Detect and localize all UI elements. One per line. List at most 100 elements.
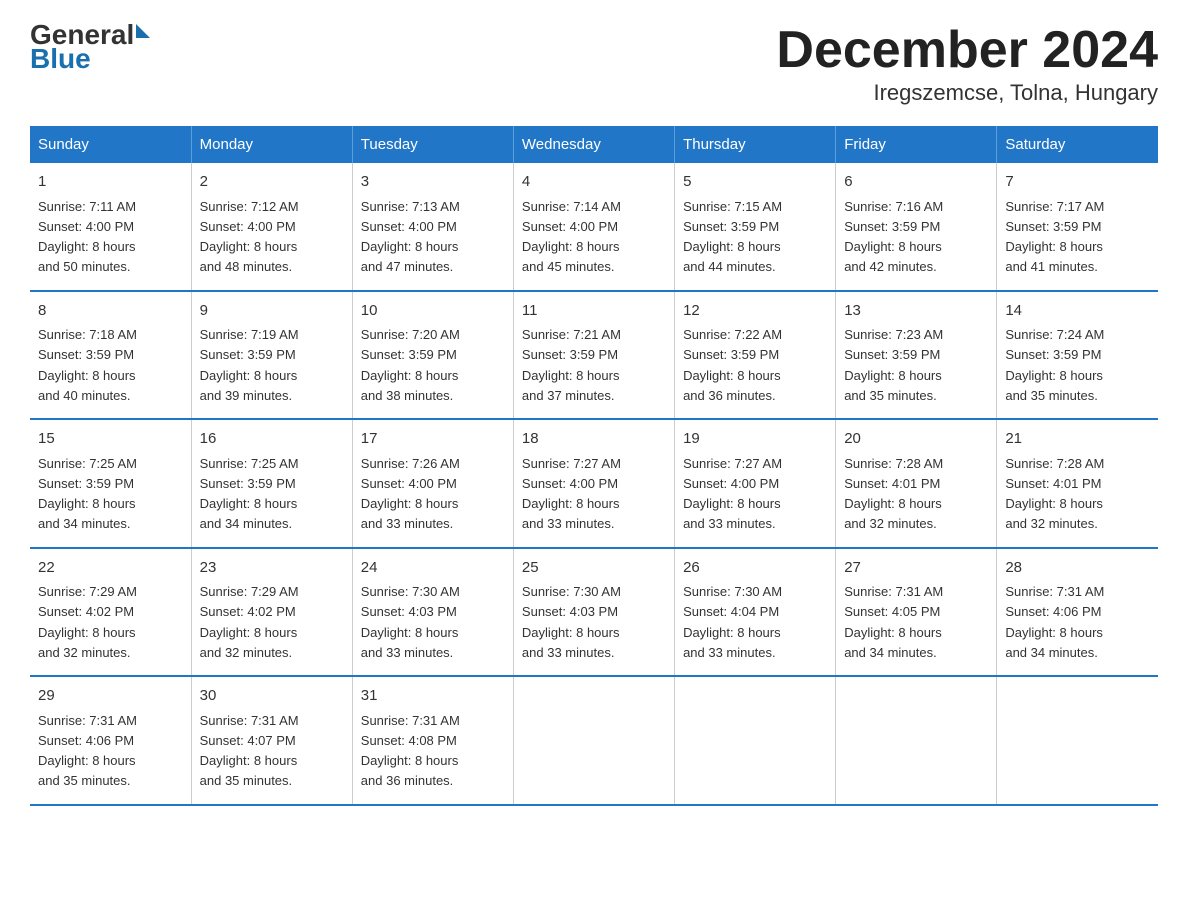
table-row xyxy=(513,676,674,805)
day-info: Sunrise: 7:30 AMSunset: 4:03 PMDaylight:… xyxy=(361,584,460,660)
table-row: 28 Sunrise: 7:31 AMSunset: 4:06 PMDaylig… xyxy=(997,548,1158,677)
day-info: Sunrise: 7:24 AMSunset: 3:59 PMDaylight:… xyxy=(1005,327,1104,403)
calendar-subtitle: Iregszemcse, Tolna, Hungary xyxy=(776,80,1158,106)
day-number: 1 xyxy=(38,171,183,194)
day-number: 21 xyxy=(1005,428,1150,451)
table-row: 11 Sunrise: 7:21 AMSunset: 3:59 PMDaylig… xyxy=(513,291,674,420)
col-wednesday: Wednesday xyxy=(513,126,674,163)
table-row: 8 Sunrise: 7:18 AMSunset: 3:59 PMDayligh… xyxy=(30,291,191,420)
table-row xyxy=(675,676,836,805)
day-number: 30 xyxy=(200,685,344,708)
table-row: 3 Sunrise: 7:13 AMSunset: 4:00 PMDayligh… xyxy=(352,163,513,291)
day-info: Sunrise: 7:31 AMSunset: 4:06 PMDaylight:… xyxy=(38,713,137,789)
logo-blue-text: Blue xyxy=(30,45,150,73)
table-row: 17 Sunrise: 7:26 AMSunset: 4:00 PMDaylig… xyxy=(352,419,513,548)
table-row: 27 Sunrise: 7:31 AMSunset: 4:05 PMDaylig… xyxy=(836,548,997,677)
day-info: Sunrise: 7:22 AMSunset: 3:59 PMDaylight:… xyxy=(683,327,782,403)
table-row xyxy=(836,676,997,805)
page-header: General Blue December 2024 Iregszemcse, … xyxy=(30,20,1158,106)
day-number: 3 xyxy=(361,171,505,194)
day-info: Sunrise: 7:30 AMSunset: 4:04 PMDaylight:… xyxy=(683,584,782,660)
table-row: 10 Sunrise: 7:20 AMSunset: 3:59 PMDaylig… xyxy=(352,291,513,420)
table-row: 6 Sunrise: 7:16 AMSunset: 3:59 PMDayligh… xyxy=(836,163,997,291)
day-number: 19 xyxy=(683,428,827,451)
day-number: 12 xyxy=(683,300,827,323)
day-info: Sunrise: 7:31 AMSunset: 4:05 PMDaylight:… xyxy=(844,584,943,660)
title-section: December 2024 Iregszemcse, Tolna, Hungar… xyxy=(776,20,1158,106)
day-info: Sunrise: 7:25 AMSunset: 3:59 PMDaylight:… xyxy=(38,456,137,532)
day-number: 5 xyxy=(683,171,827,194)
day-info: Sunrise: 7:13 AMSunset: 4:00 PMDaylight:… xyxy=(361,199,460,275)
day-info: Sunrise: 7:27 AMSunset: 4:00 PMDaylight:… xyxy=(683,456,782,532)
day-number: 25 xyxy=(522,557,666,580)
day-info: Sunrise: 7:29 AMSunset: 4:02 PMDaylight:… xyxy=(200,584,299,660)
day-info: Sunrise: 7:28 AMSunset: 4:01 PMDaylight:… xyxy=(1005,456,1104,532)
logo: General Blue xyxy=(30,20,150,73)
col-thursday: Thursday xyxy=(675,126,836,163)
table-row: 2 Sunrise: 7:12 AMSunset: 4:00 PMDayligh… xyxy=(191,163,352,291)
day-number: 2 xyxy=(200,171,344,194)
table-row: 13 Sunrise: 7:23 AMSunset: 3:59 PMDaylig… xyxy=(836,291,997,420)
day-number: 28 xyxy=(1005,557,1150,580)
day-number: 9 xyxy=(200,300,344,323)
day-info: Sunrise: 7:25 AMSunset: 3:59 PMDaylight:… xyxy=(200,456,299,532)
table-row: 9 Sunrise: 7:19 AMSunset: 3:59 PMDayligh… xyxy=(191,291,352,420)
day-number: 29 xyxy=(38,685,183,708)
calendar-week-row: 8 Sunrise: 7:18 AMSunset: 3:59 PMDayligh… xyxy=(30,291,1158,420)
day-info: Sunrise: 7:11 AMSunset: 4:00 PMDaylight:… xyxy=(38,199,136,275)
col-monday: Monday xyxy=(191,126,352,163)
day-number: 22 xyxy=(38,557,183,580)
day-number: 26 xyxy=(683,557,827,580)
day-number: 6 xyxy=(844,171,988,194)
col-saturday: Saturday xyxy=(997,126,1158,163)
day-info: Sunrise: 7:18 AMSunset: 3:59 PMDaylight:… xyxy=(38,327,137,403)
table-row: 7 Sunrise: 7:17 AMSunset: 3:59 PMDayligh… xyxy=(997,163,1158,291)
day-number: 24 xyxy=(361,557,505,580)
table-row: 4 Sunrise: 7:14 AMSunset: 4:00 PMDayligh… xyxy=(513,163,674,291)
day-info: Sunrise: 7:26 AMSunset: 4:00 PMDaylight:… xyxy=(361,456,460,532)
day-info: Sunrise: 7:28 AMSunset: 4:01 PMDaylight:… xyxy=(844,456,943,532)
day-info: Sunrise: 7:27 AMSunset: 4:00 PMDaylight:… xyxy=(522,456,621,532)
day-number: 15 xyxy=(38,428,183,451)
day-number: 31 xyxy=(361,685,505,708)
calendar-week-row: 29 Sunrise: 7:31 AMSunset: 4:06 PMDaylig… xyxy=(30,676,1158,805)
table-row: 20 Sunrise: 7:28 AMSunset: 4:01 PMDaylig… xyxy=(836,419,997,548)
table-row: 5 Sunrise: 7:15 AMSunset: 3:59 PMDayligh… xyxy=(675,163,836,291)
day-info: Sunrise: 7:30 AMSunset: 4:03 PMDaylight:… xyxy=(522,584,621,660)
col-friday: Friday xyxy=(836,126,997,163)
calendar-week-row: 15 Sunrise: 7:25 AMSunset: 3:59 PMDaylig… xyxy=(30,419,1158,548)
col-tuesday: Tuesday xyxy=(352,126,513,163)
table-row: 14 Sunrise: 7:24 AMSunset: 3:59 PMDaylig… xyxy=(997,291,1158,420)
day-info: Sunrise: 7:21 AMSunset: 3:59 PMDaylight:… xyxy=(522,327,621,403)
table-row: 23 Sunrise: 7:29 AMSunset: 4:02 PMDaylig… xyxy=(191,548,352,677)
day-number: 17 xyxy=(361,428,505,451)
table-row: 19 Sunrise: 7:27 AMSunset: 4:00 PMDaylig… xyxy=(675,419,836,548)
col-sunday: Sunday xyxy=(30,126,191,163)
day-number: 14 xyxy=(1005,300,1150,323)
day-info: Sunrise: 7:23 AMSunset: 3:59 PMDaylight:… xyxy=(844,327,943,403)
day-info: Sunrise: 7:29 AMSunset: 4:02 PMDaylight:… xyxy=(38,584,137,660)
calendar-title: December 2024 xyxy=(776,20,1158,80)
day-number: 23 xyxy=(200,557,344,580)
day-info: Sunrise: 7:12 AMSunset: 4:00 PMDaylight:… xyxy=(200,199,299,275)
table-row: 25 Sunrise: 7:30 AMSunset: 4:03 PMDaylig… xyxy=(513,548,674,677)
table-row xyxy=(997,676,1158,805)
day-number: 8 xyxy=(38,300,183,323)
calendar-header-row: Sunday Monday Tuesday Wednesday Thursday… xyxy=(30,126,1158,163)
table-row: 26 Sunrise: 7:30 AMSunset: 4:04 PMDaylig… xyxy=(675,548,836,677)
day-number: 7 xyxy=(1005,171,1150,194)
calendar-week-row: 22 Sunrise: 7:29 AMSunset: 4:02 PMDaylig… xyxy=(30,548,1158,677)
day-number: 11 xyxy=(522,300,666,323)
table-row: 22 Sunrise: 7:29 AMSunset: 4:02 PMDaylig… xyxy=(30,548,191,677)
day-info: Sunrise: 7:16 AMSunset: 3:59 PMDaylight:… xyxy=(844,199,943,275)
day-number: 4 xyxy=(522,171,666,194)
table-row: 24 Sunrise: 7:30 AMSunset: 4:03 PMDaylig… xyxy=(352,548,513,677)
day-info: Sunrise: 7:17 AMSunset: 3:59 PMDaylight:… xyxy=(1005,199,1104,275)
logo-triangle-icon xyxy=(136,24,150,38)
table-row: 1 Sunrise: 7:11 AMSunset: 4:00 PMDayligh… xyxy=(30,163,191,291)
calendar-week-row: 1 Sunrise: 7:11 AMSunset: 4:00 PMDayligh… xyxy=(30,163,1158,291)
day-number: 10 xyxy=(361,300,505,323)
table-row: 16 Sunrise: 7:25 AMSunset: 3:59 PMDaylig… xyxy=(191,419,352,548)
table-row: 31 Sunrise: 7:31 AMSunset: 4:08 PMDaylig… xyxy=(352,676,513,805)
day-info: Sunrise: 7:31 AMSunset: 4:08 PMDaylight:… xyxy=(361,713,460,789)
